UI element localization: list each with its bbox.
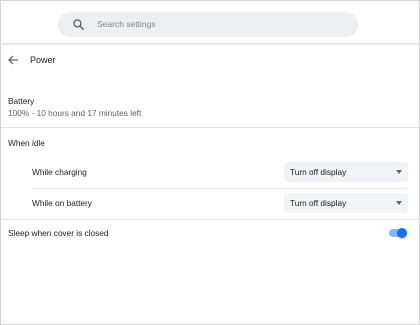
search-box[interactable]: Search settings: [58, 12, 358, 37]
battery-label: Battery: [8, 96, 35, 106]
settings-content: Power Battery 100% - 10 hours and 17 min…: [1, 43, 419, 324]
divider: [32, 188, 407, 189]
while-charging-label: While charging: [32, 167, 87, 177]
sleep-cover-label: Sleep when cover is closed: [8, 228, 109, 238]
chevron-down-icon: [396, 170, 402, 174]
when-idle-label: When idle: [8, 138, 45, 148]
divider: [1, 127, 419, 128]
settings-header: Search settings: [1, 1, 419, 43]
battery-status: 100% - 10 hours and 17 minutes left: [8, 108, 142, 118]
battery-info: Battery 100% - 10 hours and 17 minutes l…: [8, 96, 141, 119]
while-on-battery-label: While on battery: [32, 198, 92, 208]
subpage-header: Power: [1, 43, 419, 77]
divider: [1, 219, 419, 220]
while-charging-selected: Turn off display: [290, 167, 347, 177]
while-on-battery-selected: Turn off display: [290, 198, 347, 208]
sleep-cover-toggle[interactable]: [388, 227, 408, 239]
settings-window: Search settings Power Battery 100% - 10 …: [0, 0, 420, 325]
search-input[interactable]: Search settings: [97, 18, 156, 31]
search-icon: [73, 19, 85, 31]
chevron-down-icon: [396, 201, 402, 205]
arrow-back-icon[interactable]: [7, 54, 19, 66]
toggle-knob: [397, 228, 407, 238]
while-charging-select[interactable]: Turn off display: [284, 162, 408, 182]
while-on-battery-select[interactable]: Turn off display: [284, 193, 408, 213]
page-title: Power: [30, 55, 56, 65]
